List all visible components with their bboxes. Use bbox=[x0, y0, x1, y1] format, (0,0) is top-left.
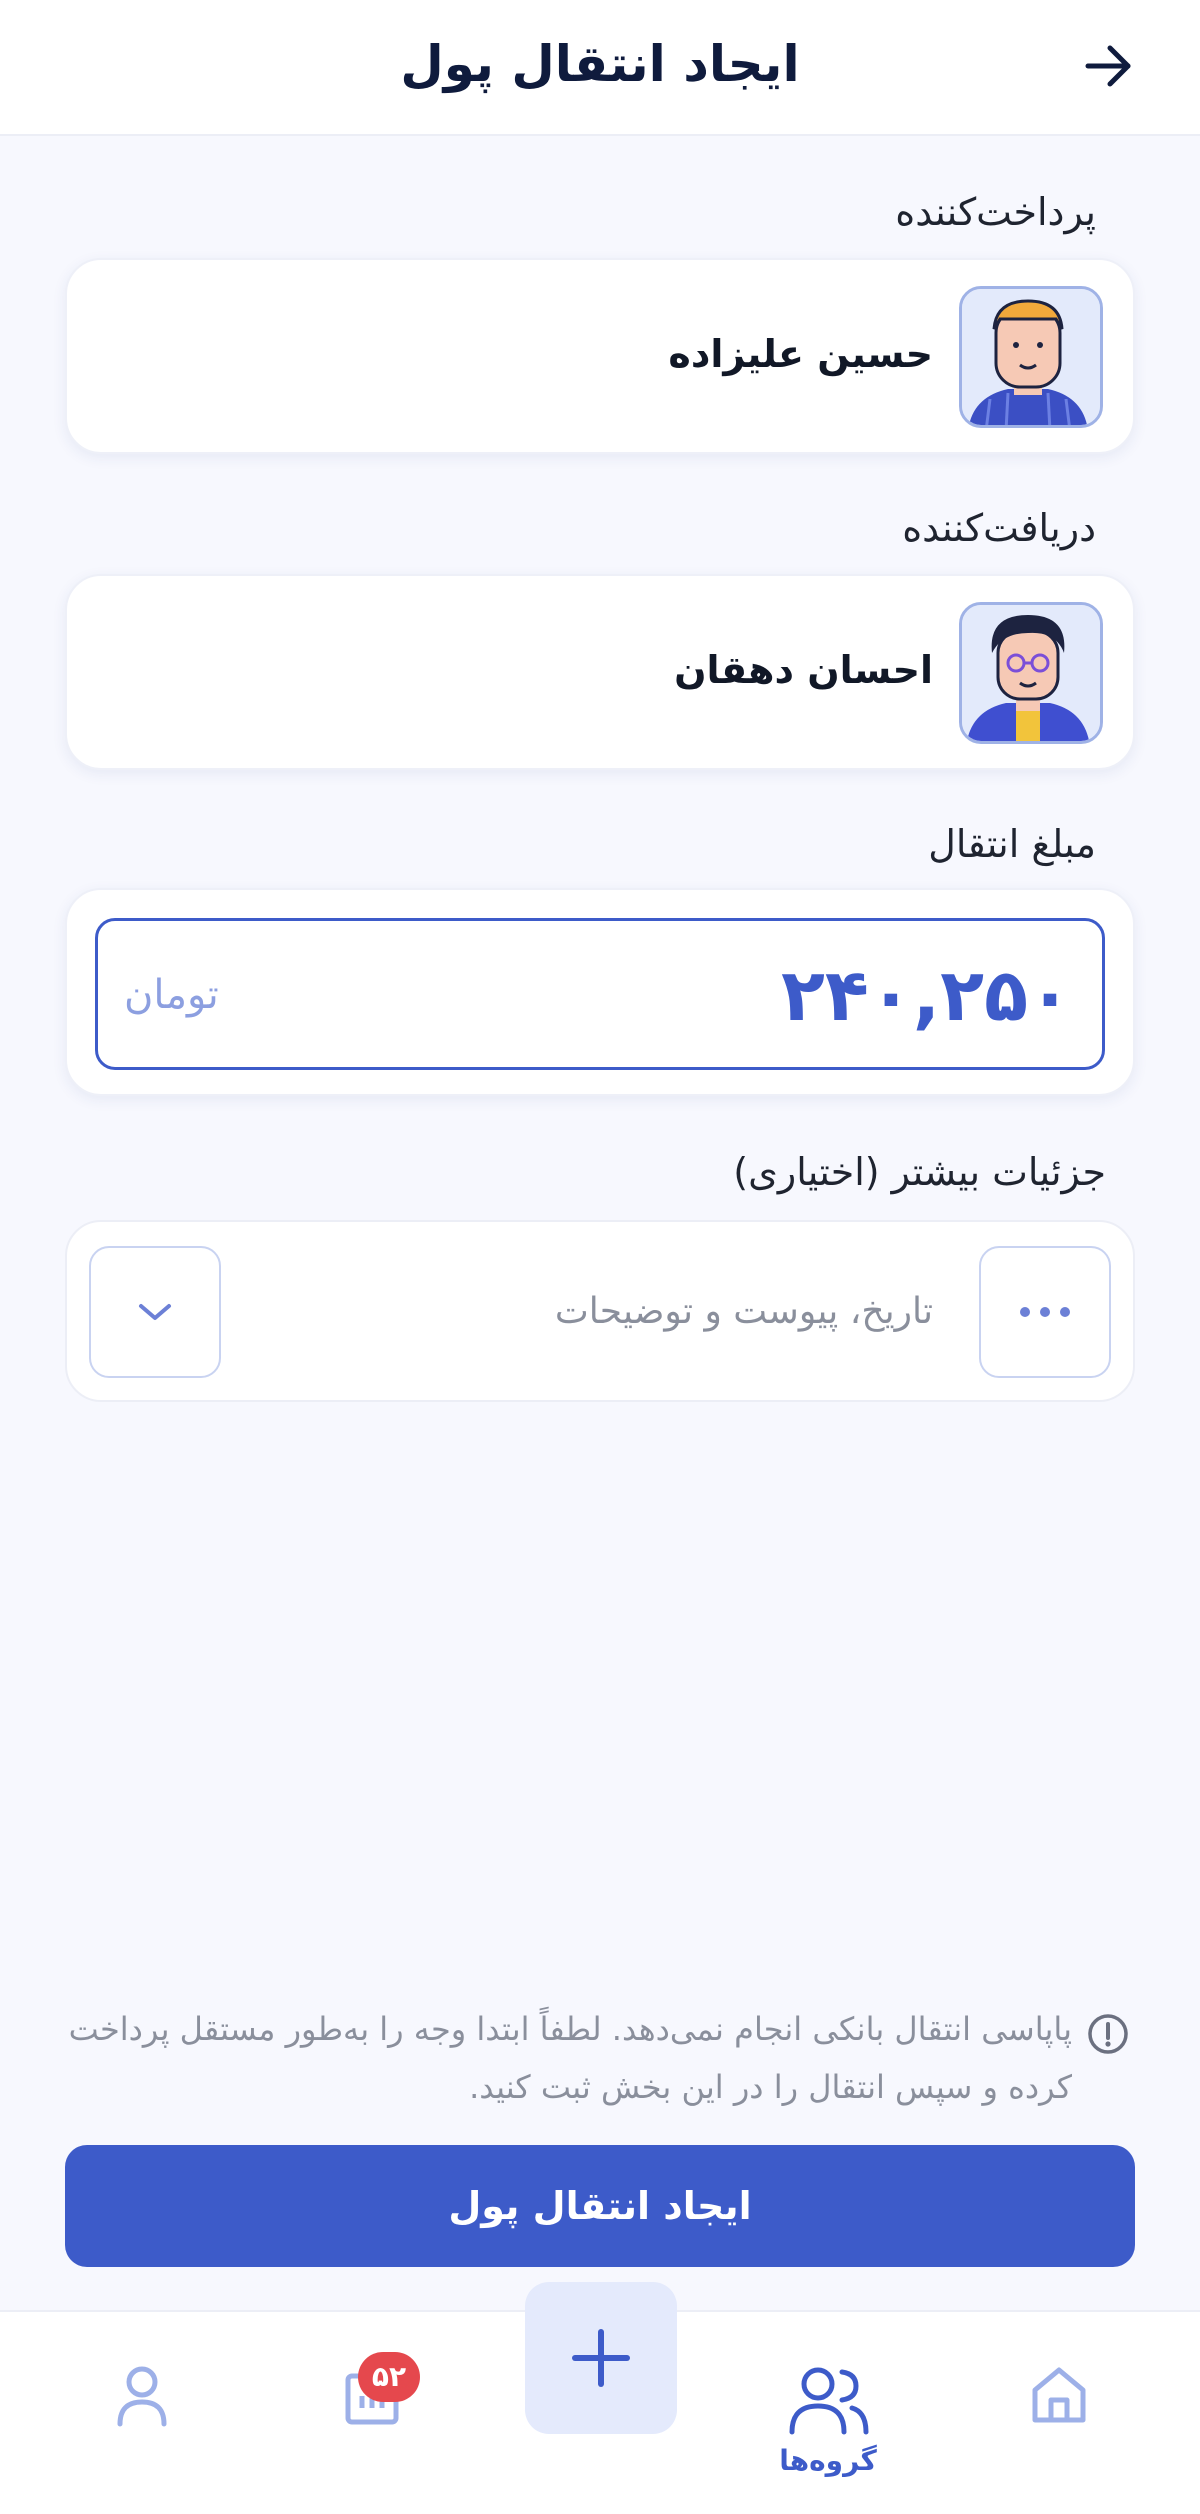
info-icon bbox=[1088, 2014, 1128, 2054]
chevron-down-icon bbox=[139, 1304, 171, 1320]
details-card[interactable]: تاریخ، پیوست و توضیحات bbox=[65, 1220, 1135, 1402]
home-icon bbox=[1032, 2367, 1086, 2423]
more-dots-icon bbox=[1020, 1307, 1070, 1317]
info-notice: پاپاسی انتقال بانکی انجام نمی‌دهد. لطفاً… bbox=[60, 2000, 1130, 2116]
add-button[interactable] bbox=[525, 2282, 677, 2434]
bottom-navigation: گروه‌ها ۵۲ bbox=[0, 2282, 1200, 2514]
amount-label: مبلغ انتقال bbox=[928, 822, 1096, 866]
nav-activity[interactable]: ۵۲ bbox=[322, 2352, 422, 2472]
amount-value: ۲۴۰,۲۵۰ bbox=[780, 953, 1072, 1037]
receiver-card[interactable]: احسان دهقان bbox=[65, 574, 1135, 770]
create-transfer-screen: ایجاد انتقال پول پرداخت‌کننده bbox=[0, 0, 1200, 2514]
nav-groups[interactable]: گروه‌ها bbox=[778, 2362, 878, 2477]
expand-details-button[interactable] bbox=[89, 1246, 221, 1378]
receiver-label: دریافت‌کننده bbox=[902, 506, 1096, 550]
page-title: ایجاد انتقال پول bbox=[400, 35, 800, 93]
nav-home[interactable] bbox=[1009, 2362, 1109, 2472]
notice-text: پاپاسی انتقال بانکی انجام نمی‌دهد. لطفاً… bbox=[68, 2010, 1072, 2106]
payer-name: حسین علیزاده bbox=[668, 332, 933, 376]
create-transfer-button[interactable]: ایجاد انتقال پول bbox=[65, 2145, 1135, 2267]
activity-badge: ۵۲ bbox=[358, 2352, 420, 2402]
back-button[interactable] bbox=[1076, 34, 1140, 98]
amount-card: ۲۴۰,۲۵۰ تومان bbox=[65, 888, 1135, 1096]
amount-input[interactable]: ۲۴۰,۲۵۰ تومان bbox=[95, 918, 1105, 1070]
receiver-name: احسان دهقان bbox=[674, 648, 933, 692]
avatar-payer-icon bbox=[959, 286, 1103, 428]
more-options-button[interactable] bbox=[979, 1246, 1111, 1378]
currency-label: تومان bbox=[124, 972, 219, 1018]
users-icon bbox=[789, 2367, 869, 2435]
app-header: ایجاد انتقال پول bbox=[0, 0, 1200, 136]
details-placeholder: تاریخ، پیوست و توضیحات bbox=[554, 1291, 933, 1332]
nav-profile[interactable] bbox=[92, 2362, 192, 2472]
plus-icon bbox=[572, 2329, 630, 2387]
payer-card[interactable]: حسین علیزاده bbox=[65, 258, 1135, 454]
user-icon bbox=[117, 2366, 167, 2427]
payer-label: پرداخت‌کننده bbox=[895, 190, 1096, 234]
nav-groups-label: گروه‌ها bbox=[779, 2444, 877, 2477]
arrow-right-icon bbox=[1085, 45, 1131, 87]
avatar-receiver-icon bbox=[959, 602, 1103, 744]
details-label: جزئیات بیشتر (اختیاری) bbox=[733, 1150, 1106, 1194]
